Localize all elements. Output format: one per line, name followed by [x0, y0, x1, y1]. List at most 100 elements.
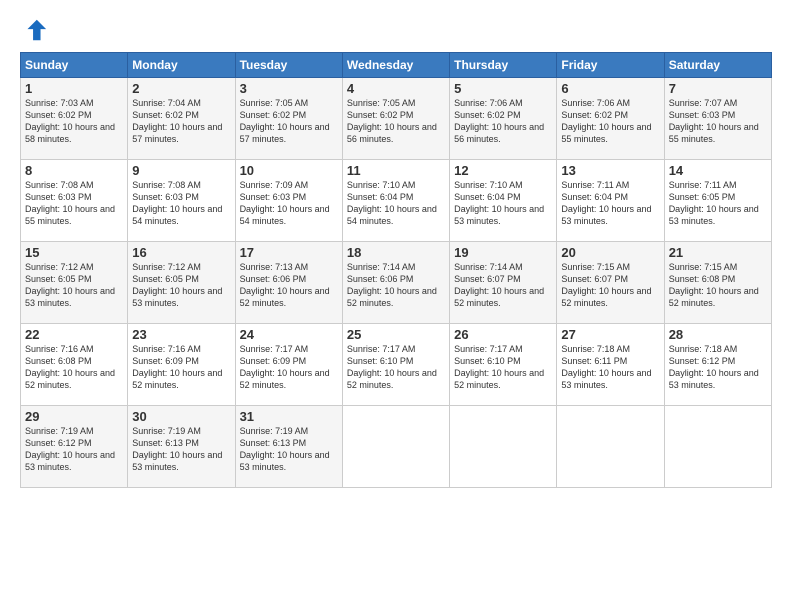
calendar-cell [450, 406, 557, 488]
day-info: Sunrise: 7:14 AM Sunset: 6:07 PM Dayligh… [454, 261, 552, 310]
calendar-cell: 19 Sunrise: 7:14 AM Sunset: 6:07 PM Dayl… [450, 242, 557, 324]
week-row-4: 22 Sunrise: 7:16 AM Sunset: 6:08 PM Dayl… [21, 324, 772, 406]
daylight-label: Daylight: 10 hours and 53 minutes. [561, 368, 651, 390]
week-row-3: 15 Sunrise: 7:12 AM Sunset: 6:05 PM Dayl… [21, 242, 772, 324]
daylight-label: Daylight: 10 hours and 52 minutes. [454, 286, 544, 308]
sunrise-label: Sunrise: 7:16 AM [25, 344, 94, 354]
daylight-label: Daylight: 10 hours and 56 minutes. [454, 122, 544, 144]
sunset-label: Sunset: 6:02 PM [347, 110, 414, 120]
sunset-label: Sunset: 6:05 PM [132, 274, 199, 284]
day-number: 1 [25, 81, 123, 96]
day-number: 6 [561, 81, 659, 96]
sunrise-label: Sunrise: 7:07 AM [669, 98, 738, 108]
day-number: 9 [132, 163, 230, 178]
calendar-cell: 2 Sunrise: 7:04 AM Sunset: 6:02 PM Dayli… [128, 78, 235, 160]
day-number: 4 [347, 81, 445, 96]
sunrise-label: Sunrise: 7:12 AM [25, 262, 94, 272]
daylight-label: Daylight: 10 hours and 54 minutes. [132, 204, 222, 226]
sunrise-label: Sunrise: 7:10 AM [454, 180, 523, 190]
day-number: 22 [25, 327, 123, 342]
calendar-cell: 11 Sunrise: 7:10 AM Sunset: 6:04 PM Dayl… [342, 160, 449, 242]
sunset-label: Sunset: 6:06 PM [347, 274, 414, 284]
day-info: Sunrise: 7:17 AM Sunset: 6:10 PM Dayligh… [347, 343, 445, 392]
daylight-label: Daylight: 10 hours and 52 minutes. [454, 368, 544, 390]
day-number: 11 [347, 163, 445, 178]
daylight-label: Daylight: 10 hours and 53 minutes. [132, 450, 222, 472]
day-info: Sunrise: 7:16 AM Sunset: 6:08 PM Dayligh… [25, 343, 123, 392]
day-number: 24 [240, 327, 338, 342]
day-info: Sunrise: 7:19 AM Sunset: 6:13 PM Dayligh… [132, 425, 230, 474]
day-number: 7 [669, 81, 767, 96]
sunset-label: Sunset: 6:11 PM [561, 356, 627, 366]
day-number: 26 [454, 327, 552, 342]
daylight-label: Daylight: 10 hours and 52 minutes. [347, 286, 437, 308]
day-number: 2 [132, 81, 230, 96]
day-info: Sunrise: 7:12 AM Sunset: 6:05 PM Dayligh… [132, 261, 230, 310]
calendar-cell: 6 Sunrise: 7:06 AM Sunset: 6:02 PM Dayli… [557, 78, 664, 160]
daylight-label: Daylight: 10 hours and 52 minutes. [669, 286, 759, 308]
calendar-cell: 5 Sunrise: 7:06 AM Sunset: 6:02 PM Dayli… [450, 78, 557, 160]
sunrise-label: Sunrise: 7:06 AM [454, 98, 523, 108]
sunrise-label: Sunrise: 7:14 AM [347, 262, 416, 272]
sunset-label: Sunset: 6:05 PM [25, 274, 92, 284]
sunrise-label: Sunrise: 7:17 AM [347, 344, 416, 354]
day-number: 27 [561, 327, 659, 342]
calendar-cell: 31 Sunrise: 7:19 AM Sunset: 6:13 PM Dayl… [235, 406, 342, 488]
day-number: 15 [25, 245, 123, 260]
day-info: Sunrise: 7:14 AM Sunset: 6:06 PM Dayligh… [347, 261, 445, 310]
sunrise-label: Sunrise: 7:19 AM [240, 426, 309, 436]
day-info: Sunrise: 7:11 AM Sunset: 6:04 PM Dayligh… [561, 179, 659, 228]
week-row-5: 29 Sunrise: 7:19 AM Sunset: 6:12 PM Dayl… [21, 406, 772, 488]
day-info: Sunrise: 7:09 AM Sunset: 6:03 PM Dayligh… [240, 179, 338, 228]
calendar-cell: 14 Sunrise: 7:11 AM Sunset: 6:05 PM Dayl… [664, 160, 771, 242]
day-number: 13 [561, 163, 659, 178]
day-info: Sunrise: 7:03 AM Sunset: 6:02 PM Dayligh… [25, 97, 123, 146]
daylight-label: Daylight: 10 hours and 52 minutes. [25, 368, 115, 390]
sunrise-label: Sunrise: 7:12 AM [132, 262, 201, 272]
calendar-cell: 24 Sunrise: 7:17 AM Sunset: 6:09 PM Dayl… [235, 324, 342, 406]
sunset-label: Sunset: 6:03 PM [132, 192, 199, 202]
day-number: 8 [25, 163, 123, 178]
calendar-cell: 23 Sunrise: 7:16 AM Sunset: 6:09 PM Dayl… [128, 324, 235, 406]
sunset-label: Sunset: 6:04 PM [561, 192, 628, 202]
calendar-cell: 18 Sunrise: 7:14 AM Sunset: 6:06 PM Dayl… [342, 242, 449, 324]
day-info: Sunrise: 7:11 AM Sunset: 6:05 PM Dayligh… [669, 179, 767, 228]
day-info: Sunrise: 7:16 AM Sunset: 6:09 PM Dayligh… [132, 343, 230, 392]
daylight-label: Daylight: 10 hours and 52 minutes. [347, 368, 437, 390]
calendar-cell [342, 406, 449, 488]
daylight-label: Daylight: 10 hours and 55 minutes. [25, 204, 115, 226]
daylight-label: Daylight: 10 hours and 53 minutes. [25, 286, 115, 308]
daylight-label: Daylight: 10 hours and 52 minutes. [240, 286, 330, 308]
daylight-label: Daylight: 10 hours and 53 minutes. [240, 450, 330, 472]
days-header-row: SundayMondayTuesdayWednesdayThursdayFrid… [21, 53, 772, 78]
daylight-label: Daylight: 10 hours and 57 minutes. [132, 122, 222, 144]
calendar-cell: 29 Sunrise: 7:19 AM Sunset: 6:12 PM Dayl… [21, 406, 128, 488]
sunrise-label: Sunrise: 7:04 AM [132, 98, 201, 108]
sunset-label: Sunset: 6:02 PM [240, 110, 307, 120]
day-info: Sunrise: 7:12 AM Sunset: 6:05 PM Dayligh… [25, 261, 123, 310]
sunrise-label: Sunrise: 7:09 AM [240, 180, 309, 190]
daylight-label: Daylight: 10 hours and 52 minutes. [132, 368, 222, 390]
day-number: 18 [347, 245, 445, 260]
sunrise-label: Sunrise: 7:16 AM [132, 344, 201, 354]
day-info: Sunrise: 7:13 AM Sunset: 6:06 PM Dayligh… [240, 261, 338, 310]
calendar-cell: 3 Sunrise: 7:05 AM Sunset: 6:02 PM Dayli… [235, 78, 342, 160]
sunrise-label: Sunrise: 7:03 AM [25, 98, 94, 108]
day-info: Sunrise: 7:08 AM Sunset: 6:03 PM Dayligh… [25, 179, 123, 228]
day-info: Sunrise: 7:06 AM Sunset: 6:02 PM Dayligh… [561, 97, 659, 146]
sunset-label: Sunset: 6:04 PM [454, 192, 521, 202]
logo-icon [20, 16, 48, 44]
sunset-label: Sunset: 6:03 PM [240, 192, 307, 202]
sunset-label: Sunset: 6:08 PM [25, 356, 92, 366]
calendar-cell: 25 Sunrise: 7:17 AM Sunset: 6:10 PM Dayl… [342, 324, 449, 406]
calendar-cell: 22 Sunrise: 7:16 AM Sunset: 6:08 PM Dayl… [21, 324, 128, 406]
day-info: Sunrise: 7:04 AM Sunset: 6:02 PM Dayligh… [132, 97, 230, 146]
sunrise-label: Sunrise: 7:14 AM [454, 262, 523, 272]
calendar-cell: 1 Sunrise: 7:03 AM Sunset: 6:02 PM Dayli… [21, 78, 128, 160]
sunrise-label: Sunrise: 7:11 AM [669, 180, 737, 190]
day-info: Sunrise: 7:10 AM Sunset: 6:04 PM Dayligh… [454, 179, 552, 228]
day-number: 28 [669, 327, 767, 342]
day-header-saturday: Saturday [664, 53, 771, 78]
sunset-label: Sunset: 6:07 PM [561, 274, 628, 284]
sunset-label: Sunset: 6:09 PM [240, 356, 307, 366]
